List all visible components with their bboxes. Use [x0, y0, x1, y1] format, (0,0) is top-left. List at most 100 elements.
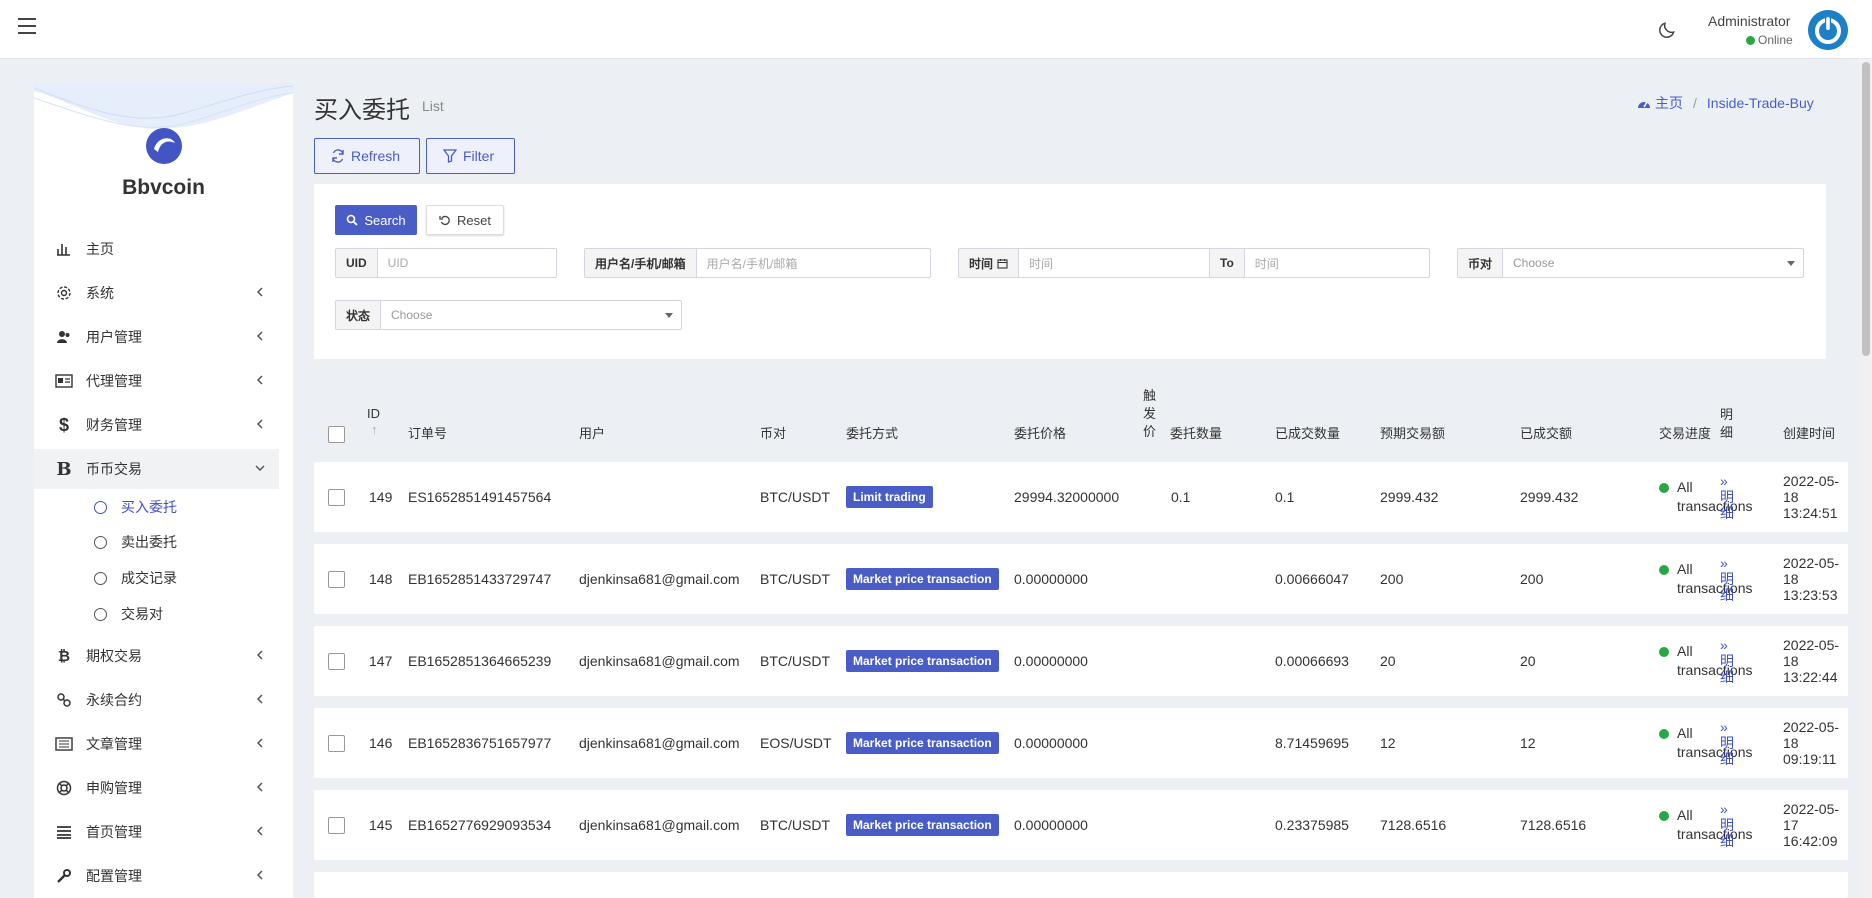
sidebar-subitem-sell-orders[interactable]: 卖出委托 [34, 527, 279, 557]
user-name[interactable]: Administrator [1708, 13, 1790, 29]
cell-method: Market price transaction [846, 544, 999, 614]
chevron-left-icon [256, 287, 263, 297]
sidebar-item-label: 代理管理 [86, 373, 142, 389]
progress-label: All transactions [1677, 807, 1753, 842]
sidebar-item-spot-trading[interactable]: B 币币交易 [34, 449, 279, 489]
breadcrumb-home[interactable]: 主页 [1655, 93, 1683, 113]
circle-icon [94, 571, 107, 585]
undo-icon [439, 215, 450, 226]
th-id-label: ID [367, 406, 380, 421]
cell-filled-amount: 200 [1520, 571, 1544, 587]
pair-select[interactable]: Choose [1503, 249, 1803, 277]
cell-order-no: EB1652851364665239 [408, 653, 552, 669]
uid-input[interactable]: UID [378, 249, 556, 277]
search-button[interactable]: Search [335, 205, 417, 235]
sidebar-item-home[interactable]: 主页 [34, 229, 279, 269]
sidebar-subitem-label: 成交记录 [121, 570, 177, 586]
th-id[interactable]: ID ↑ [367, 406, 380, 438]
th-expected-amount: 预期交易额 [1380, 426, 1446, 441]
sidebar-item-finance[interactable]: $ 财务管理 [34, 405, 279, 445]
sidebar-item-agents[interactable]: 代理管理 [34, 361, 279, 401]
detail-link-label: 明细 [1720, 489, 1734, 521]
row-checkbox[interactable] [328, 790, 345, 860]
created-time: 2022-05-17 16:42:09 [1783, 801, 1840, 849]
hamburger-menu-icon[interactable] [18, 18, 36, 34]
cell-id: 146 [369, 735, 393, 751]
status-dot-icon [1659, 565, 1669, 575]
th-pair: 币对 [760, 426, 787, 441]
status-filter: 状态 Choose [335, 300, 682, 330]
sidebar-subitem-trading-pairs[interactable]: 交易对 [34, 599, 279, 629]
cell-created: 2022-05-18 13:22:44 [1783, 626, 1845, 696]
progress-label: All transactions [1677, 643, 1753, 678]
cell-progress: All transactions [1659, 544, 1757, 614]
detail-link-label: 明细 [1720, 653, 1734, 685]
select-all-checkbox[interactable] [328, 426, 345, 443]
table-header: ID ↑ 订单号 用户 币对 委托方式 委托价格 触发价 委托数量 已成交数量 … [314, 384, 1848, 452]
sidebar-item-options[interactable]: ₿ 期权交易 [34, 636, 279, 676]
status-select[interactable]: Choose [381, 301, 681, 329]
moon-icon[interactable] [1657, 20, 1677, 40]
row-checkbox[interactable] [328, 544, 345, 614]
sidebar: Bbvcoin 主页 系统 用户管理 代理管理 $ 财务管理 B 币币交易 买入… [34, 83, 293, 898]
sidebar-item-subscriptions[interactable]: 申购管理 [34, 768, 279, 808]
table-row[interactable]: 145 EB1652776929093534 djenkinsa681@gmail.… [314, 790, 1848, 860]
avatar[interactable] [1808, 10, 1848, 50]
sidebar-item-system[interactable]: 系统 [34, 273, 279, 313]
time-start-input[interactable]: 时间 [1019, 249, 1209, 277]
progress-label: All transactions [1677, 479, 1753, 514]
table-row[interactable]: 147 EB1652851364665239 djenkinsa681@gmail.… [314, 626, 1848, 696]
lifebuoy-icon [54, 778, 74, 798]
sidebar-item-label: 配置管理 [86, 868, 142, 884]
uid-label: UID [336, 249, 378, 277]
detail-link[interactable]: » 明细 [1720, 637, 1734, 685]
status-dot-icon [1659, 647, 1669, 657]
reset-button[interactable]: Reset [426, 205, 504, 235]
detail-link[interactable]: » 明细 [1720, 555, 1734, 603]
detail-link[interactable]: » 明细 [1720, 473, 1734, 521]
cell-created: 2022-05-18 13:24:51 [1783, 462, 1845, 532]
th-progress: 交易进度 [1659, 426, 1712, 441]
cell-progress: All transactions [1659, 708, 1757, 778]
sidebar-subitem-label: 交易对 [121, 606, 163, 622]
cell-detail: » 明细 [1720, 790, 1734, 860]
sidebar-subitem-buy-orders[interactable]: 买入委托 [34, 492, 279, 522]
table-row[interactable]: 146 EB1652836751657977 djenkinsa681@gmail.… [314, 708, 1848, 778]
sidebar-item-perpetual[interactable]: 永续合约 [34, 680, 279, 720]
time-end-input[interactable]: 时间 [1245, 249, 1429, 277]
th-order-no: 订单号 [408, 426, 448, 441]
row-checkbox[interactable] [328, 626, 345, 696]
sidebar-item-users[interactable]: 用户管理 [34, 317, 279, 357]
sidebar-item-articles[interactable]: 文章管理 [34, 724, 279, 764]
th-filled-qty: 已成交数量 [1275, 426, 1341, 441]
table-row-partial[interactable] [314, 872, 1848, 898]
cell-price: 29994.32000000 [1014, 489, 1120, 505]
breadcrumb-separator: / [1693, 95, 1697, 111]
detail-link[interactable]: » 明细 [1720, 719, 1734, 767]
th-detail: 明细 [1720, 407, 1734, 440]
cell-pair: BTC/USDT [760, 571, 830, 587]
sidebar-subitem-trade-records[interactable]: 成交记录 [34, 563, 279, 593]
cell-filled-qty: 0.00066693 [1275, 653, 1349, 669]
row-checkbox[interactable] [328, 462, 345, 532]
page-subtitle: List [422, 98, 444, 114]
row-checkbox[interactable] [328, 708, 345, 778]
cell-progress: All transactions [1659, 790, 1757, 860]
refresh-button[interactable]: Refresh [314, 138, 420, 174]
breadcrumb-current[interactable]: Inside-Trade-Buy [1707, 95, 1814, 111]
detail-link[interactable]: » 明细 [1720, 801, 1734, 849]
sidebar-item-homepage[interactable]: 首页管理 [34, 812, 279, 852]
created-time: 2022-05-18 13:22:44 [1783, 637, 1840, 685]
cell-user: djenkinsa681@gmail.com [579, 735, 740, 751]
table-row[interactable]: 148 EB1652851433729747 djenkinsa681@gmail.… [314, 544, 1848, 614]
cell-price: 0.00000000 [1014, 817, 1088, 833]
table-row[interactable]: 149 ES1652851491457564 BTC/USDT Limit tradi… [314, 462, 1848, 532]
chevron-left-icon [256, 738, 263, 748]
user-input[interactable]: 用户名/手机/邮箱 [697, 249, 930, 277]
link-icon [54, 690, 74, 710]
scrollbar-thumb[interactable] [1862, 62, 1870, 356]
sidebar-item-config[interactable]: 配置管理 [34, 856, 279, 896]
bitcoin-icon: ₿ [57, 647, 71, 665]
filter-button[interactable]: Filter [426, 138, 515, 174]
cell-id: 147 [369, 653, 393, 669]
